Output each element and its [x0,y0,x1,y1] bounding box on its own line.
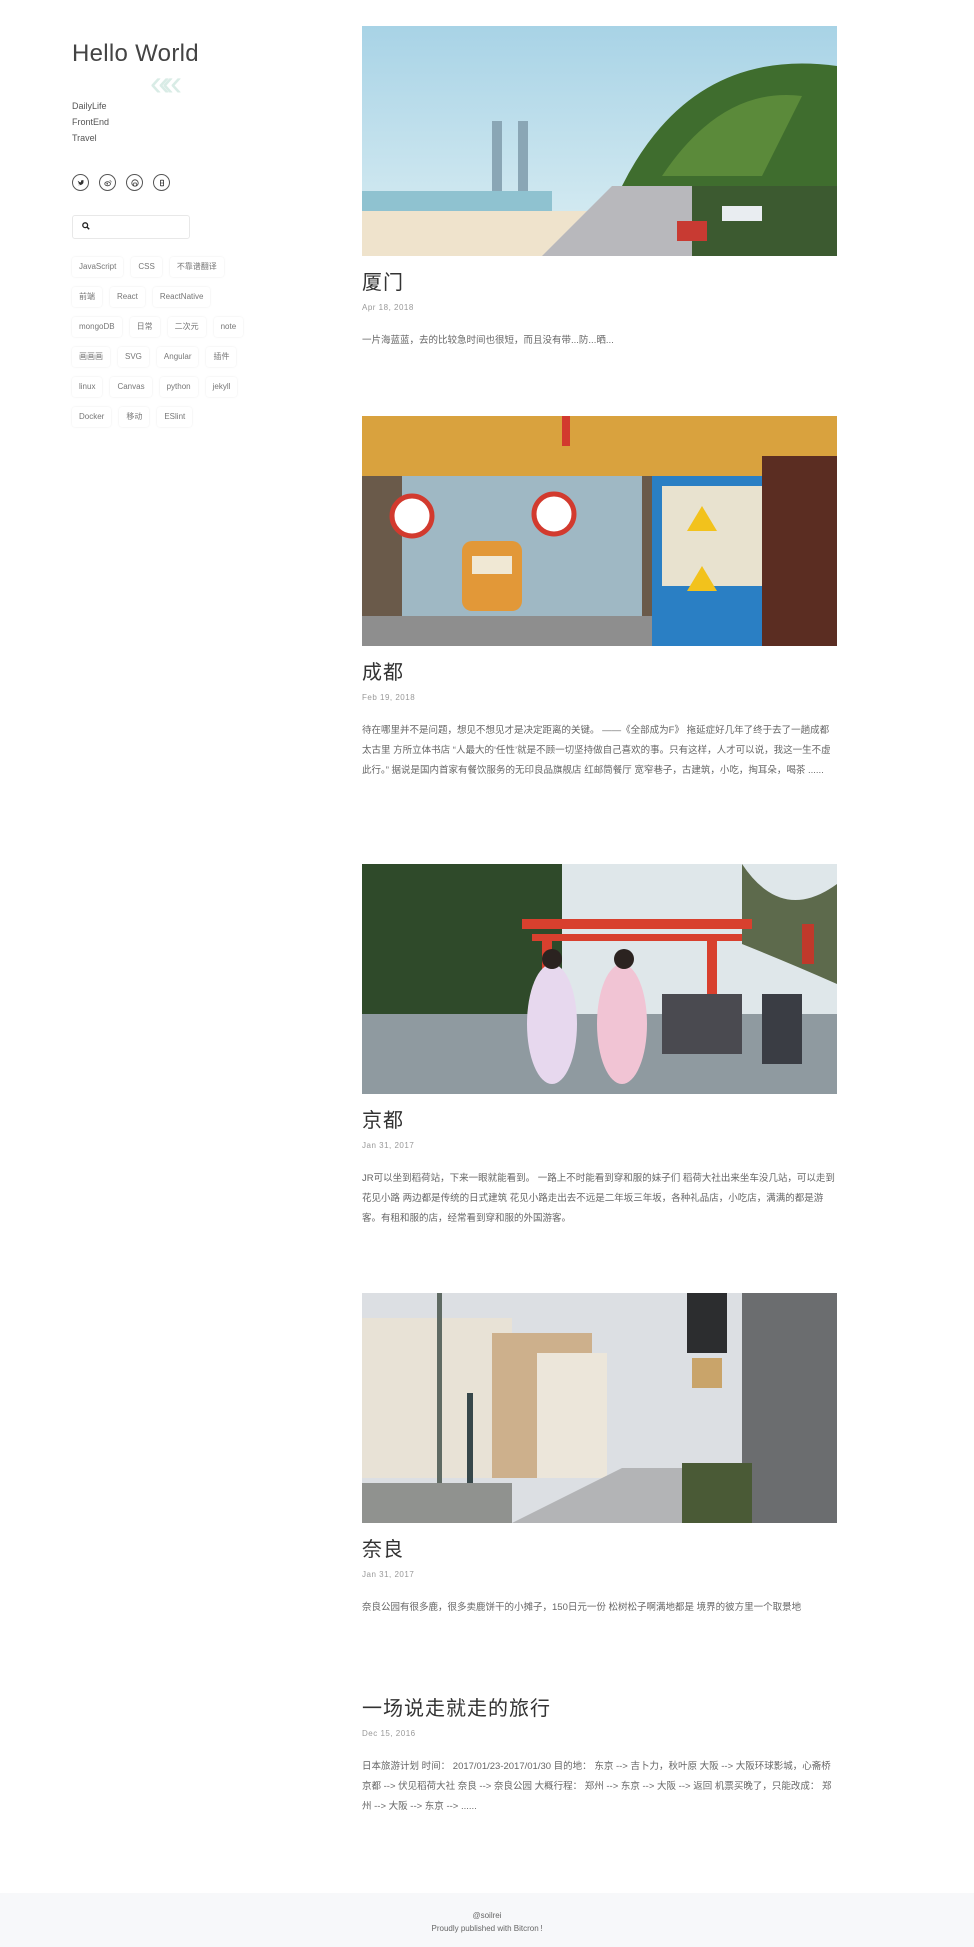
tag-svg[interactable]: SVG [118,347,149,367]
tag-jekyll[interactable]: jekyll [205,377,238,397]
post-item: 厦门 Apr 18, 2018 一片海蓝蓝，去的比较急时间也很短，而且没有带..… [362,26,838,351]
social-links [72,174,292,191]
post-item: 奈良 Jan 31, 2017 奈良公园有很多鹿，很多卖鹿饼干的小摊子，150日… [362,1293,838,1618]
post-image[interactable] [362,1293,837,1523]
post-title[interactable]: 厦门 [362,266,838,295]
tag-reactnative[interactable]: ReactNative [152,287,211,307]
tag-translation[interactable]: 不靠谱翻译 [169,257,224,277]
post-date: Feb 19, 2018 [362,693,416,702]
post-date: Apr 18, 2018 [362,303,414,312]
tag-frontend[interactable]: 前端 [72,287,102,307]
footer-handle[interactable]: @soilrei [0,1909,974,1922]
post-date: Jan 31, 2017 [362,1141,415,1150]
weibo-icon[interactable] [99,174,116,191]
post-title[interactable]: 成都 [362,656,838,685]
tag-javascript[interactable]: JavaScript [72,257,124,277]
tag-python[interactable]: python [159,377,198,397]
footer: @soilrei Proudly published with Bitcron … [0,1893,974,1947]
nav-link-dailylife[interactable]: DailyLife [72,98,292,114]
category-nav: DailyLife FrontEnd Travel [72,98,292,146]
nav-link-frontend[interactable]: FrontEnd [72,114,292,130]
post-title[interactable]: 京都 [362,1104,838,1133]
tag-angular[interactable]: Angular [156,347,199,367]
post-excerpt: 待在哪里并不是问题，想见不想见才是决定距离的关键。 ——《全部成为F》 拖延症好… [362,725,831,776]
nav-link-travel[interactable]: Travel [72,130,292,146]
tag-mobile[interactable]: 移动 [119,407,150,427]
post-excerpt: 一片海蓝蓝，去的比较急时间也很短，而且没有带...防...晒... [362,335,614,346]
tag-docker[interactable]: Docker [72,407,112,427]
post-item: 成都 Feb 19, 2018 待在哪里并不是问题，想见不想见才是决定距离的关键… [362,416,838,781]
footer-credit[interactable]: Proudly published with Bitcron ! [0,1922,974,1935]
post-excerpt: 奈良公园有很多鹿，很多卖鹿饼干的小摊子，150日元一份 松树松子啊满地都是 境界… [362,1602,802,1613]
post-image[interactable] [362,864,837,1094]
tag-linux[interactable]: linux [72,377,103,397]
tag-cloud: JavaScript CSS 不靠谱翻译 前端 React ReactNativ… [72,257,252,427]
site-title-text[interactable]: Hello World [72,40,199,67]
post-image[interactable] [362,26,837,256]
sidebar: Hello World «« DailyLife FrontEnd Travel… [72,40,292,427]
tag-css[interactable]: CSS [131,257,162,277]
search-box[interactable] [72,215,190,239]
post-excerpt: JR可以坐到稻荷站，下来一眼就能看到。 一路上不时能看到穿和服的妹子们 稻荷大社… [362,1173,835,1224]
tag-anime[interactable]: 二次元 [167,317,206,337]
tag-daily[interactable]: 日常 [129,317,160,337]
github-icon[interactable] [126,174,143,191]
search-icon[interactable] [82,222,90,232]
tag-eslint[interactable]: ESlint [157,407,193,427]
post-item: 京都 Jan 31, 2017 JR可以坐到稻荷站，下来一眼就能看到。 一路上不… [362,864,838,1229]
tag-note[interactable]: note [213,317,244,337]
post-date: Jan 31, 2017 [362,1570,415,1579]
tag-mongodb[interactable]: mongoDB [72,317,122,337]
site-title[interactable]: Hello World «« [72,40,292,103]
post-image[interactable] [362,416,837,646]
post-item: 一场说走就走的旅行 Dec 15, 2016 日本旅游计划 时间： 2017/0… [362,1682,838,1817]
tag-canvas[interactable]: Canvas [110,377,152,397]
tag-drawing[interactable]: 画画画 [72,347,110,367]
tag-plugin[interactable]: 插件 [206,347,237,367]
zhihu-icon[interactable] [153,174,170,191]
post-excerpt: 日本旅游计划 时间： 2017/01/23-2017/01/30 目的地： 东京… [362,1761,832,1812]
twitter-icon[interactable] [72,174,89,191]
tag-react[interactable]: React [110,287,145,307]
post-title[interactable]: 奈良 [362,1533,838,1562]
post-date: Dec 15, 2016 [362,1729,416,1738]
post-title[interactable]: 一场说走就走的旅行 [362,1692,838,1721]
